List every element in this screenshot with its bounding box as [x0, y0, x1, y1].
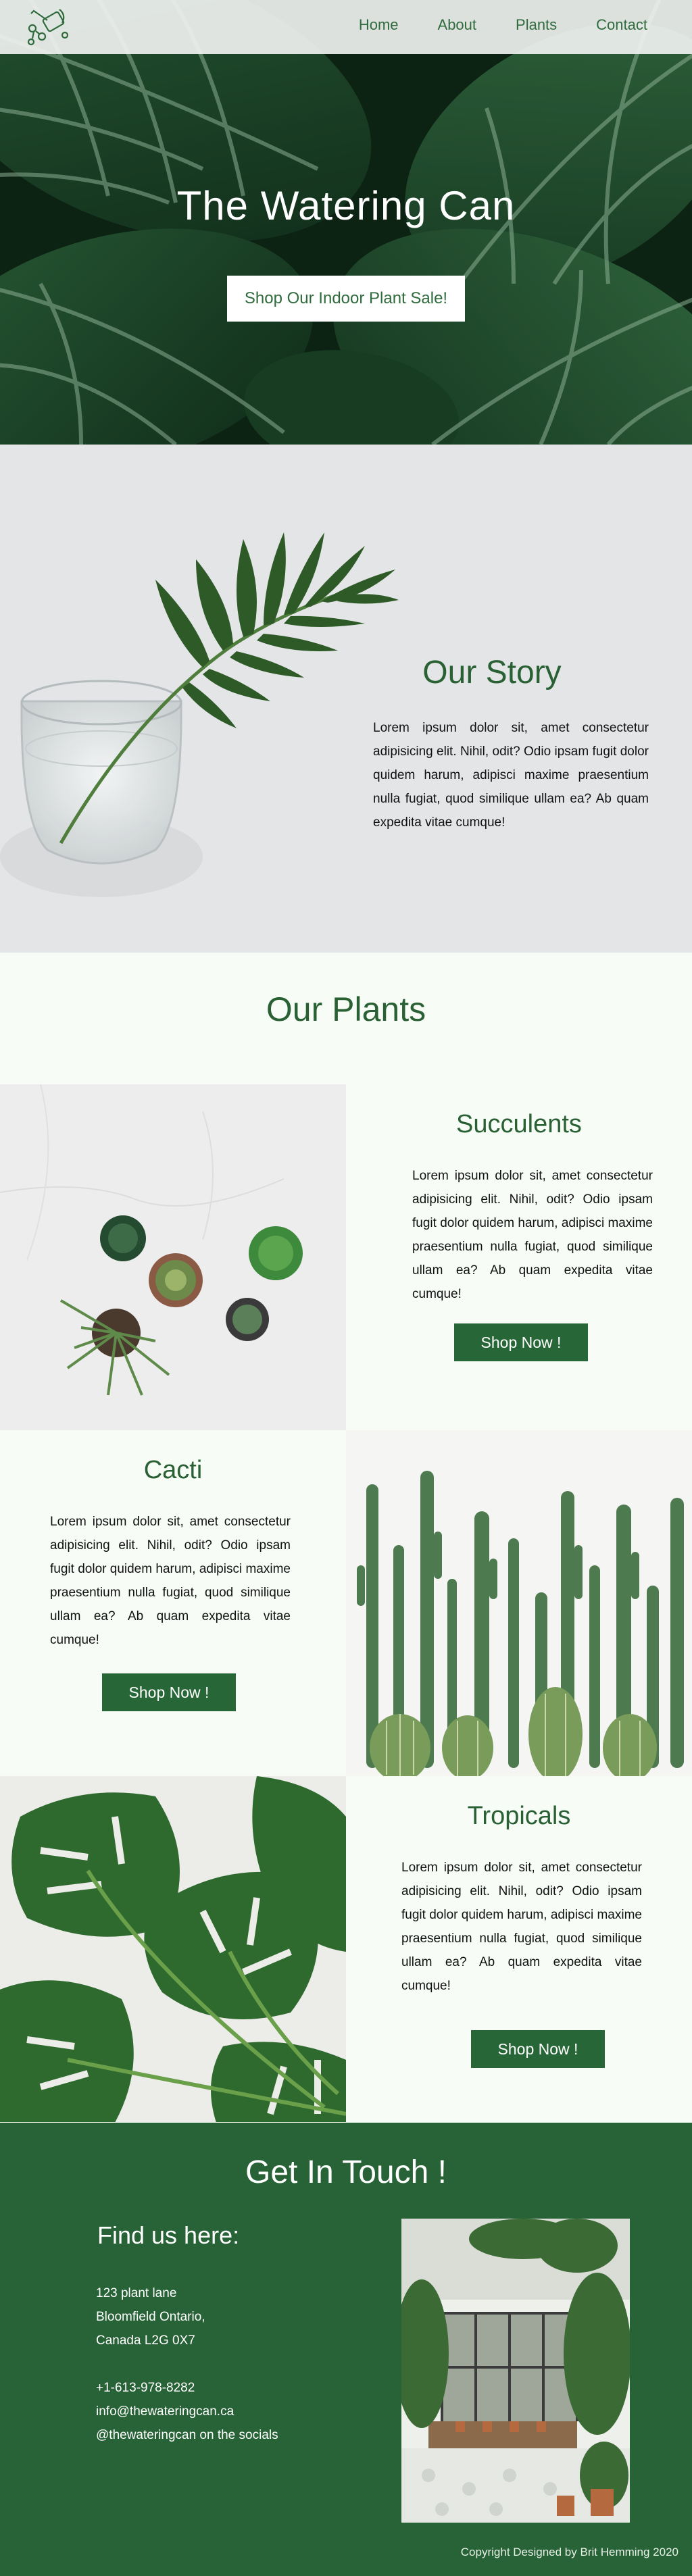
our-plants-heading: Our Plants [266, 990, 426, 1028]
watering-can-icon[interactable] [24, 5, 72, 47]
shop-succulents-button[interactable]: Shop Now ! [454, 1323, 588, 1361]
cacti-image [346, 1430, 692, 1776]
succulents-title: Succulents [456, 1110, 582, 1138]
address-line-3: Canada L2G 0X7 [96, 2333, 195, 2348]
contact-section: Get In Touch ! Find us here: 123 plant l… [0, 2123, 692, 2576]
cacti-panel: Cacti Lorem ipsum dolor sit, amet consec… [0, 1430, 346, 1776]
shop-cacti-button[interactable]: Shop Now ! [102, 1673, 236, 1711]
succulents-panel: Succulents Lorem ipsum dolor sit, amet c… [346, 1084, 692, 1430]
nav-about[interactable]: About [438, 16, 477, 34]
phone-number[interactable]: +1-613-978-8282 [96, 2381, 195, 2396]
address-line-1: 123 plant lane [96, 2286, 177, 2300]
cacti-title: Cacti [143, 1456, 203, 1484]
shop-sale-button[interactable]: Shop Our Indoor Plant Sale! [227, 276, 465, 322]
palm-in-glass-image [0, 532, 399, 897]
email-address[interactable]: info@thewateringcan.ca [96, 2404, 234, 2419]
find-us-heading: Find us here: [97, 2221, 240, 2249]
tropicals-image [0, 1776, 346, 2122]
shop-tropicals-button[interactable]: Shop Now ! [471, 2030, 605, 2068]
cacti-text: Lorem ipsum dolor sit, amet consectetur … [50, 1515, 291, 1647]
social-handle[interactable]: @thewateringcan on the socials [96, 2428, 278, 2443]
nav-links: Home About Plants Contact [320, 16, 647, 34]
hero-title: The Watering Can [176, 183, 516, 228]
get-in-touch-title: Get In Touch ! [245, 2154, 447, 2190]
succulents-image [0, 1084, 346, 1430]
address-line-2: Bloomfield Ontario, [96, 2310, 205, 2324]
nav-plants[interactable]: Plants [516, 16, 557, 34]
copyright-text: Copyright Designed by Brit Hemming 2020 [460, 2546, 678, 2558]
tropicals-title: Tropicals [467, 1802, 571, 1830]
our-story-text: Lorem ipsum dolor sit, amet consectetur … [373, 721, 649, 830]
tropicals-panel: Tropicals Lorem ipsum dolor sit, amet co… [346, 1776, 692, 2122]
tropicals-text: Lorem ipsum dolor sit, amet consectetur … [401, 1861, 642, 1993]
top-navigation: Home About Plants Contact [0, 0, 692, 54]
succulents-text: Lorem ipsum dolor sit, amet consectetur … [412, 1169, 653, 1301]
hero-section: The Watering Can Shop Our Indoor Plant S… [0, 0, 692, 445]
our-story-title: Our Story [422, 655, 562, 690]
nav-contact[interactable]: Contact [596, 16, 647, 34]
plant-shop-interior-image [401, 2219, 630, 2523]
nav-home[interactable]: Home [359, 16, 399, 34]
our-story-section: Our Story Lorem ipsum dolor sit, amet co… [0, 445, 692, 953]
